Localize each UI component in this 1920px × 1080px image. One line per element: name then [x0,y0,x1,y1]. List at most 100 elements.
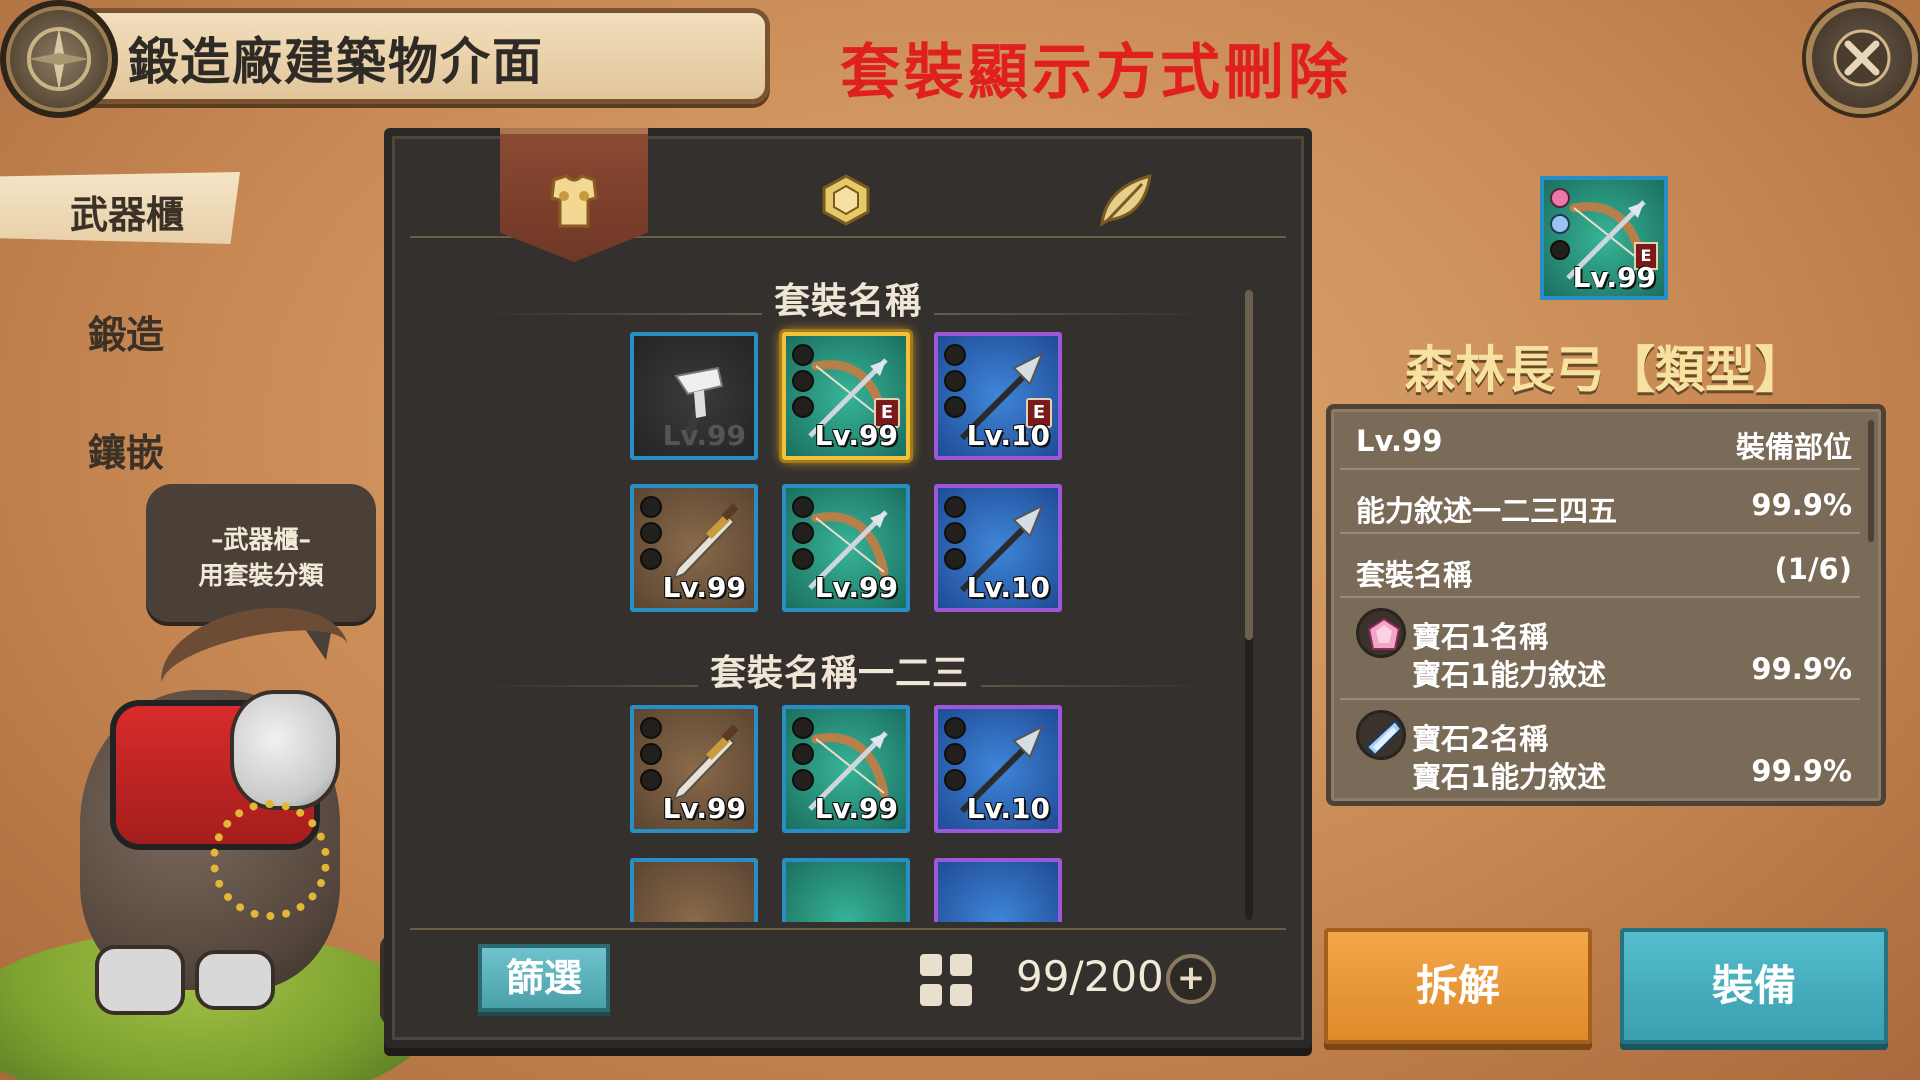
item-level: Lv.10 [966,571,1050,604]
item-slot[interactable] [934,858,1062,922]
gem-slot [792,769,814,791]
item-level: Lv.99 [814,419,898,452]
stat-slot: 裝備部位 [1735,430,1852,464]
gem-slot [944,522,966,544]
speech-line-1: –武器櫃– [210,525,311,554]
item-slot-hammer[interactable]: Lv.99 [630,332,758,460]
item-slot-sword[interactable]: Lv.99 [630,484,758,612]
gem-slot [640,548,662,570]
close-icon [1833,29,1891,87]
gem-slot [944,548,966,570]
item-slot-spear[interactable]: Lv.10 [934,705,1062,833]
partial-row [630,858,1070,922]
gem2-value: 99.9% [1751,754,1852,788]
gem-slot [944,717,966,739]
gem2-desc: 寶石1能力敘述 [1412,760,1607,794]
stat-divider [1340,468,1860,470]
gem-slot [792,496,814,518]
item-slot-bow[interactable]: Lv.99 [782,484,910,612]
gem-slot [640,769,662,791]
item-level: Lv.99 [662,571,746,604]
filter-button[interactable]: 篩選 [478,944,610,1012]
item-name: 森林長弓【類型】 [1405,341,1805,399]
dismantle-button[interactable]: 拆解 [1324,928,1592,1044]
compass-icon [27,27,91,91]
item-slot-spear[interactable]: E Lv.10 [934,332,1062,460]
gem2-name: 寶石2名稱 [1412,722,1549,756]
item-slot-bow[interactable]: Lv.99 [782,705,910,833]
inventory-count: 99/200 [1016,952,1164,1001]
stat-set-value: (1/6) [1774,552,1852,586]
set-title: 套裝名稱 [762,272,935,324]
gem1-value: 99.9% [1751,652,1852,686]
speech-bubble: –武器櫃– 用套裝分類 [146,484,376,660]
footer-divider [410,928,1286,930]
item-slot[interactable] [630,858,758,922]
gem-slot-blue [1550,214,1570,234]
grid-view-toggle[interactable] [918,952,974,1012]
tab-weapon-cabinet[interactable]: 武器櫃 [70,184,184,239]
item-level: Lv.99 [1572,261,1656,294]
item-level: Lv.99 [814,792,898,825]
gem-slot [640,743,662,765]
item-level: Lv.10 [966,792,1050,825]
armor-icon [550,174,598,228]
tab-materials[interactable] [1096,170,1156,234]
gem-slot [944,344,966,366]
item-slot-sword[interactable]: Lv.99 [630,705,758,833]
tab-forge[interactable]: 鍛造 [88,304,164,359]
tab-gems[interactable] [818,172,874,232]
set-grid: Lv.99 E Lv.99 E Lv.10 Lv.99 Lv.99 Lv.10 [630,332,1070,622]
item-slot-bow[interactable]: E Lv.99 [782,332,910,460]
stat-divider [1340,698,1860,700]
gem-slot [792,396,814,418]
gem-slot-empty [1550,240,1570,260]
expand-capacity-button[interactable]: + [1166,954,1216,1004]
leaf-icon [1100,173,1152,228]
stat-ability: 能力敘述一二三四五 [1356,494,1618,528]
inventory-scroll-thumb[interactable] [1245,290,1253,640]
blue-gem-icon [1365,719,1403,757]
item-level: Lv.99 [662,419,746,452]
character-leg [195,950,275,1010]
stat-ability-value: 99.9% [1751,488,1852,522]
gem1-desc: 寶石1能力敘述 [1412,658,1607,692]
selected-item-icon: E Lv.99 [1540,176,1668,300]
gem-slot [792,370,814,392]
gem-slot [640,522,662,544]
gem-slot [640,496,662,518]
annotation-note: 套裝顯示方式刪除 [840,38,1352,108]
character-leg [95,945,185,1015]
grid-icon [920,954,972,1006]
set-grid: Lv.99 Lv.99 Lv.10 [630,705,1070,865]
stat-divider [1340,532,1860,534]
gem-slot [792,548,814,570]
gem1-slot [1356,608,1406,658]
gem-slot [944,396,966,418]
item-level: Lv.99 [662,792,746,825]
gem-slot [792,522,814,544]
gem-slot [792,743,814,765]
gem-slot [944,743,966,765]
gem1-name: 寶石1名稱 [1412,620,1549,654]
close-button[interactable] [1806,2,1918,114]
equip-button[interactable]: 裝備 [1620,928,1888,1044]
tab-inlay[interactable]: 鑲嵌 [88,422,164,477]
gem2-slot [1356,710,1406,760]
compass-emblem [0,0,118,118]
gem-slot [944,496,966,518]
gem-slot [640,717,662,739]
pink-gem-icon [1367,617,1401,650]
item-slot-spear[interactable]: Lv.10 [934,484,1062,612]
item-level: Lv.99 [814,571,898,604]
stat-divider [1340,596,1860,598]
speech-line-2: 用套裝分類 [198,561,324,590]
stat-scrollbar[interactable] [1868,420,1874,542]
character-head [230,690,340,810]
gem-slot [944,370,966,392]
gem-slot [792,344,814,366]
stat-level: Lv.99 [1356,424,1443,458]
page-title: 鍛造廠建築物介面 [128,33,544,91]
stat-set: 套裝名稱 [1356,558,1473,592]
item-slot[interactable] [782,858,910,922]
